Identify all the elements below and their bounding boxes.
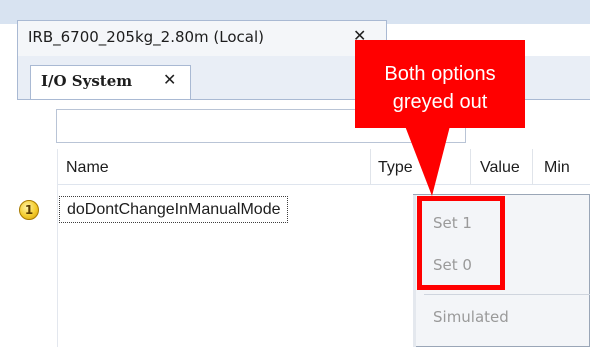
callout-line-2: greyed out: [392, 91, 488, 113]
callout-pointer-shape: [405, 126, 450, 196]
annotation-callout: Both options greyed out: [355, 40, 525, 128]
callout-line-1: Both options: [384, 63, 496, 85]
